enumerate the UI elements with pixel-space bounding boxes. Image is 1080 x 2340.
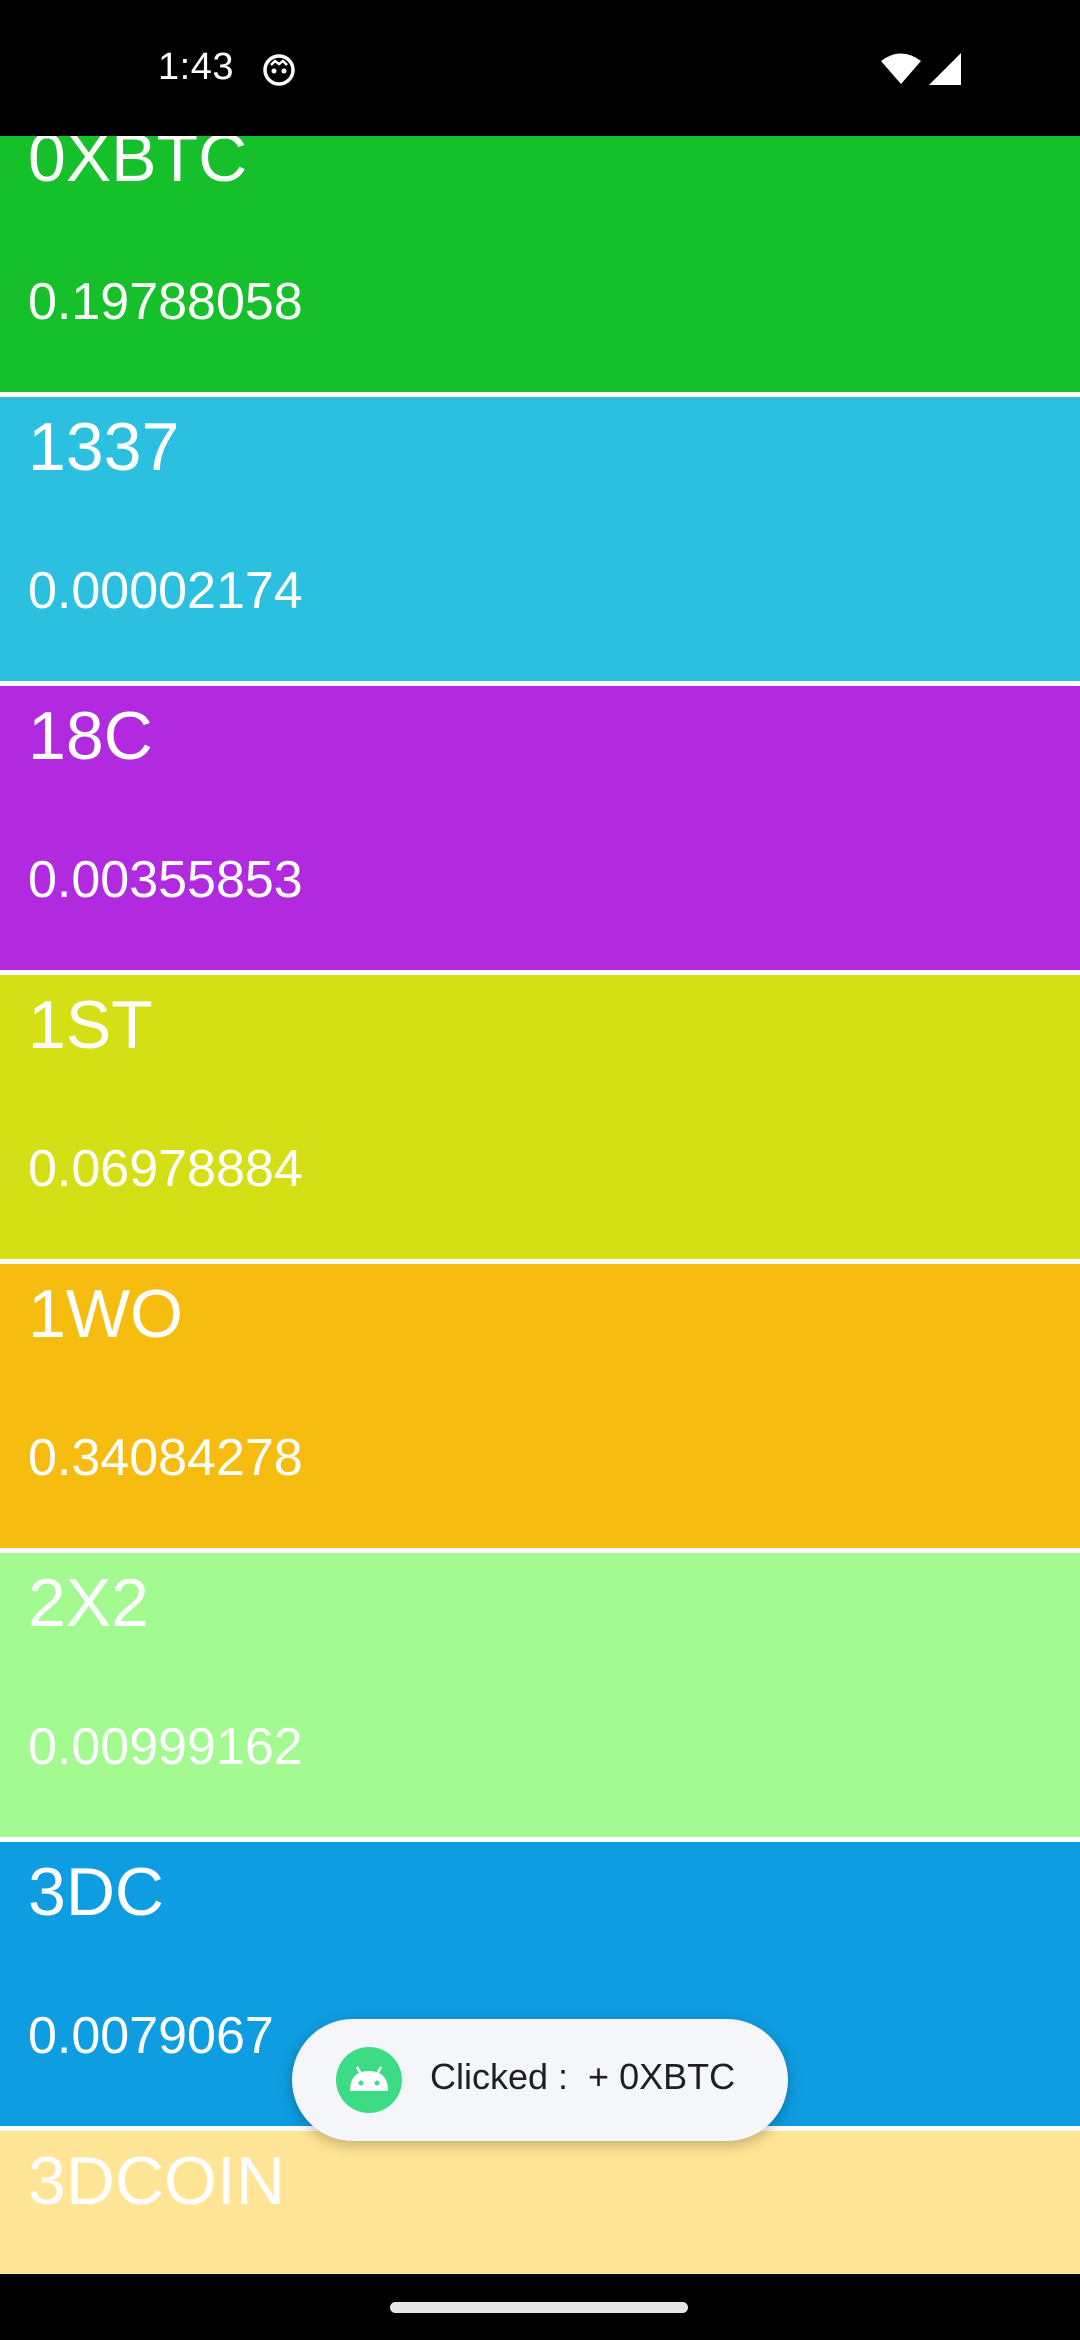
coin-row-2x2[interactable]: 2X2 0.00999162	[0, 1553, 1080, 1837]
toast-text: Clicked : + 0XBTC	[430, 2056, 736, 2097]
wifi-icon	[881, 53, 921, 84]
home-indicator[interactable]	[390, 2302, 688, 2313]
cell-signal-icon	[929, 53, 961, 85]
coin-symbol: 18C	[28, 698, 153, 774]
screen: 1:43 0XBTC 0.19788058 1337 0.00002174 18…	[0, 0, 1080, 2340]
toast-message: Clicked : + 0XBTC	[292, 2019, 788, 2141]
coin-row-18c[interactable]: 18C 0.00355853	[0, 686, 1080, 970]
coin-symbol: 2X2	[28, 1565, 149, 1641]
coin-symbol: 3DC	[28, 1854, 165, 1930]
coin-symbol: 3DCOIN	[28, 2143, 285, 2219]
coin-row-0xbtc[interactable]: 0XBTC 0.19788058	[0, 136, 1080, 392]
coin-price: 0.19788058	[28, 273, 303, 331]
navigation-bar	[0, 2274, 1080, 2340]
status-bar: 1:43	[0, 0, 1080, 136]
coin-list[interactable]: 0XBTC 0.19788058 1337 0.00002174 18C 0.0…	[0, 136, 1080, 2274]
coin-symbol: 1337	[28, 409, 180, 485]
coin-price: 0.0079067	[28, 2007, 274, 2065]
coin-symbol: 1WO	[28, 1276, 183, 1352]
coin-price: 0.34084278	[28, 1429, 303, 1487]
coin-row-1st[interactable]: 1ST 0.06978884	[0, 975, 1080, 1259]
coin-price: 0.00999162	[28, 1718, 303, 1776]
coin-price: 0.06978884	[28, 1140, 303, 1198]
coin-price: 0.00355853	[28, 851, 303, 909]
coin-row-1337[interactable]: 1337 0.00002174	[0, 397, 1080, 681]
coin-symbol: 0XBTC	[28, 136, 248, 196]
status-time: 1:43	[158, 46, 234, 88]
coin-price: 0.00002174	[28, 562, 303, 620]
coin-row-3dcoin[interactable]: 3DCOIN	[0, 2131, 1080, 2274]
android-icon	[336, 2047, 402, 2113]
app-notification-icon	[263, 54, 295, 86]
coin-symbol: 1ST	[28, 987, 153, 1063]
coin-row-1wo[interactable]: 1WO 0.34084278	[0, 1264, 1080, 1548]
